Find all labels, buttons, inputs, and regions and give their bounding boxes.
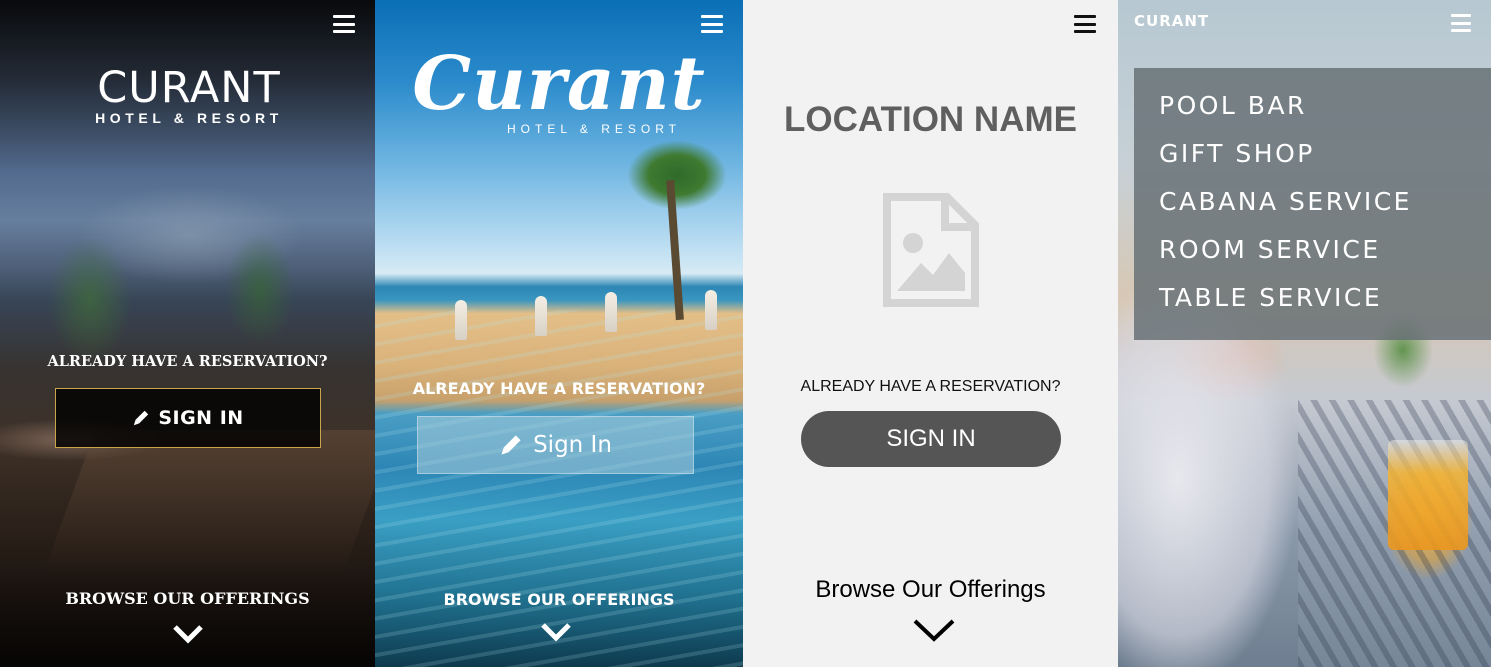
variant-menu-open-screen: CURANT POOL BAR GIFT SHOP CABANA SERVICE…	[1118, 0, 1491, 667]
reservation-prompt: ALREADY HAVE A RESERVATION?	[47, 353, 328, 370]
logo-name: Curant	[412, 41, 706, 127]
menu-item-room-service[interactable]: ROOM SERVICE	[1159, 226, 1491, 274]
umbrella-image	[455, 300, 467, 340]
logo-tagline: HOTEL & RESORT	[95, 110, 283, 126]
palm-tree-image	[627, 140, 727, 210]
sign-in-button[interactable]: SIGN IN	[55, 388, 321, 448]
curant-logo: CURANT HOTEL & RESORT	[54, 66, 324, 126]
sign-in-button[interactable]: Sign In	[417, 416, 694, 474]
browse-offerings-label[interactable]: Browse Our Offerings	[743, 576, 1118, 604]
chevron-down-icon[interactable]	[912, 617, 956, 643]
umbrella-image	[705, 290, 717, 330]
curant-script-logo: Curant HOTEL & RESORT	[375, 40, 743, 136]
chevron-down-icon[interactable]	[540, 622, 572, 642]
menu-item-cabana-service[interactable]: CABANA SERVICE	[1159, 178, 1491, 226]
reservation-prompt: ALREADY HAVE A RESERVATION?	[800, 378, 1061, 395]
sign-in-label: Sign In	[533, 432, 612, 458]
hamburger-menu-icon[interactable]	[333, 15, 355, 33]
menu-item-gift-shop[interactable]: GIFT SHOP	[1159, 130, 1491, 178]
hamburger-menu-icon[interactable]	[1451, 14, 1471, 32]
hamburger-menu-icon[interactable]	[701, 15, 723, 33]
chevron-down-icon[interactable]	[172, 624, 204, 644]
sign-in-label: SIGN IN	[886, 425, 976, 452]
reservation-prompt: ALREADY HAVE A RESERVATION?	[412, 379, 706, 398]
browse-offerings-label[interactable]: BROWSE OUR OFFERINGS	[0, 589, 375, 608]
umbrella-image	[605, 292, 617, 332]
sign-in-label: SIGN IN	[158, 407, 244, 429]
logo-name: CURANT	[97, 63, 281, 113]
browse-offerings-label[interactable]: BROWSE OUR OFFERINGS	[375, 590, 743, 609]
sign-in-button[interactable]: SIGN IN	[801, 411, 1061, 467]
image-placeholder-icon	[883, 193, 979, 307]
variant-beach-screen: Curant HOTEL & RESORT ALREADY HAVE A RES…	[375, 0, 743, 667]
variant-restaurant-screen: CURANT HOTEL & RESORT ALREADY HAVE A RES…	[0, 0, 375, 667]
navigation-menu-dropdown: POOL BAR GIFT SHOP CABANA SERVICE ROOM S…	[1134, 68, 1491, 340]
menu-item-pool-bar[interactable]: POOL BAR	[1159, 82, 1491, 130]
pen-icon	[134, 410, 149, 426]
brand-wordmark[interactable]: CURANT	[1134, 12, 1209, 30]
pen-icon	[501, 435, 521, 455]
umbrella-image	[535, 296, 547, 336]
variant-wireframe-screen: LOCATION NAME ALREADY HAVE A RESERVATION…	[743, 0, 1118, 667]
cocktail-image	[1388, 440, 1468, 550]
location-name-title: LOCATION NAME	[784, 100, 1077, 139]
hamburger-menu-icon[interactable]	[1074, 15, 1096, 33]
menu-item-table-service[interactable]: TABLE SERVICE	[1159, 274, 1491, 322]
